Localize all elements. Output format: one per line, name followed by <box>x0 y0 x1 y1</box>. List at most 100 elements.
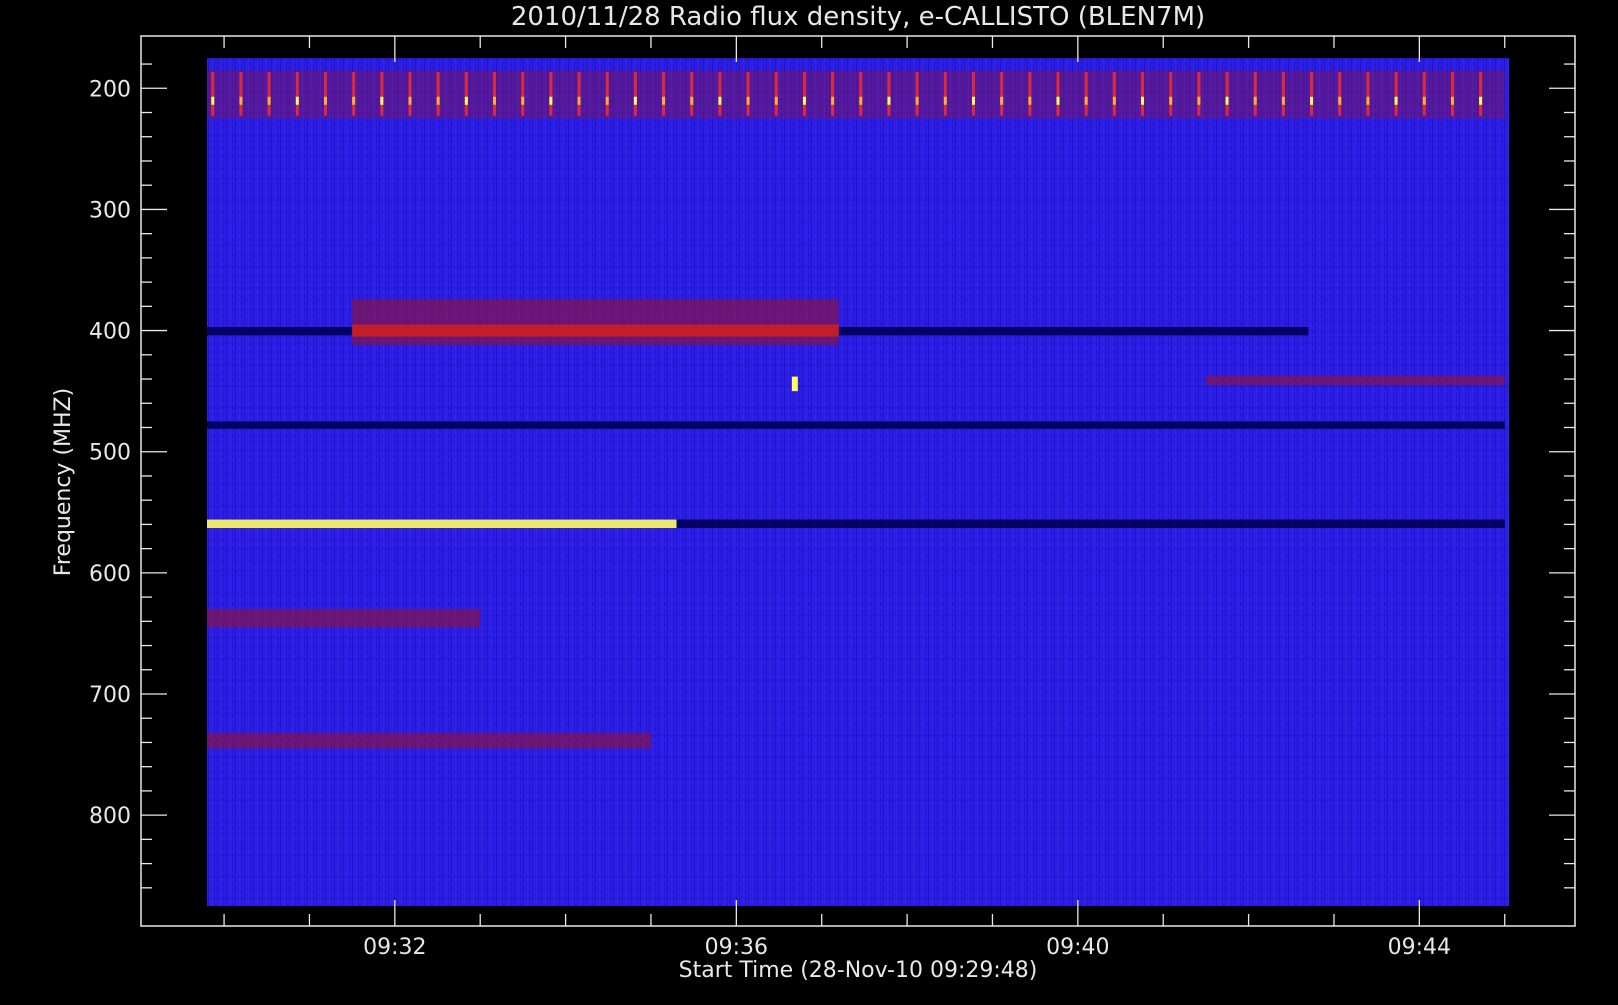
burst-mark <box>662 72 666 116</box>
y-tick-label: 300 <box>89 198 131 223</box>
heatmap-channel-stripe <box>207 440 1509 442</box>
heatmap-channel-stripe <box>207 494 1509 497</box>
burst-mark <box>1028 72 1032 116</box>
burst-mark <box>493 72 497 116</box>
burst-peak <box>1253 96 1257 105</box>
burst-mark <box>323 72 327 116</box>
periodic-burst-band <box>207 70 1505 119</box>
burst-mark <box>1479 72 1483 116</box>
burst-peak <box>352 96 356 105</box>
burst-peak <box>239 96 243 105</box>
burst-mark <box>1169 72 1173 116</box>
frequency-band <box>838 326 1309 336</box>
heatmap-channel-stripe <box>207 177 1509 180</box>
burst-peak <box>831 96 835 105</box>
heatmap-channel-stripe <box>207 657 1509 660</box>
burst-mark <box>549 72 553 116</box>
burst-peak <box>887 96 891 105</box>
heatmap-channel-stripe <box>207 145 1509 148</box>
burst-peak <box>1197 96 1201 105</box>
burst-mark <box>521 72 525 116</box>
burst-peak <box>1028 96 1032 105</box>
burst-peak <box>323 96 327 105</box>
y-tick-label: 400 <box>89 320 131 345</box>
spectrogram-heatmap <box>207 58 1509 906</box>
frequency-band <box>1205 375 1505 386</box>
heatmap-channel-stripe <box>207 799 1509 802</box>
heatmap-channel-stripe <box>207 167 1509 169</box>
burst-peak <box>1056 96 1060 105</box>
heatmap-channel-stripe <box>207 570 1509 573</box>
burst-mark <box>859 72 863 116</box>
burst-mark <box>295 72 299 116</box>
heatmap-channel-stripe <box>207 516 1509 518</box>
burst-peak <box>633 96 637 105</box>
burst-peak <box>1479 96 1483 105</box>
heatmap-channel-stripe <box>207 548 1509 551</box>
heatmap-channel-stripe <box>207 134 1509 137</box>
x-tick-label: 09:32 <box>363 935 426 960</box>
burst-peak <box>690 96 694 105</box>
burst-peak <box>1000 96 1004 105</box>
heatmap-channel-stripe <box>207 887 1509 889</box>
heatmap-channel-stripe <box>207 505 1509 508</box>
heatmap-channel-stripe <box>207 243 1509 246</box>
heatmap-channel-stripe <box>207 352 1509 354</box>
heatmap-channel-stripe <box>207 199 1509 202</box>
burst-peak <box>943 96 947 105</box>
burst-mark <box>1225 72 1229 116</box>
burst-mark <box>915 72 919 116</box>
burst-mark <box>1112 72 1116 116</box>
heatmap-channel-stripe <box>207 58 1509 60</box>
burst-peak <box>915 96 919 105</box>
burst-mark <box>1422 72 1426 116</box>
burst-mark <box>380 72 384 116</box>
heatmap-channel-stripe <box>207 560 1509 562</box>
burst-peak <box>436 96 440 105</box>
heatmap-channel-stripe <box>207 875 1509 878</box>
burst-peak <box>549 96 553 105</box>
x-tick-label: 09:36 <box>705 935 768 960</box>
y-tick-label: 200 <box>89 77 131 102</box>
burst-peak <box>1141 96 1145 105</box>
heatmap-channel-stripe <box>207 286 1509 289</box>
burst-mark <box>1084 72 1088 116</box>
heatmap-channel-stripe <box>207 265 1509 268</box>
burst-peak <box>493 96 497 105</box>
y-axis-label: Frequency (MHZ) <box>51 388 76 576</box>
burst-mark <box>1253 72 1257 116</box>
x-tick-label: 09:44 <box>1388 935 1451 960</box>
heatmap-channel-stripe <box>207 647 1509 649</box>
burst-mark <box>1000 72 1004 116</box>
burst-mark <box>1197 72 1201 116</box>
heatmap-channel-stripe <box>207 418 1509 420</box>
frequency-band <box>207 609 481 628</box>
heatmap-channel-stripe <box>207 603 1509 605</box>
burst-mark <box>1056 72 1060 116</box>
burst-peak <box>1394 96 1398 105</box>
burst-peak <box>746 96 750 105</box>
frequency-band <box>352 299 839 346</box>
burst-mark <box>464 72 468 116</box>
chart-title: 2010/11/28 Radio flux density, e-CALLIST… <box>511 2 1205 32</box>
burst-peak <box>718 96 722 105</box>
heatmap-channel-stripe <box>207 701 1509 703</box>
burst-peak <box>859 96 863 105</box>
heatmap-channel-stripe <box>207 221 1509 224</box>
burst-peak <box>408 96 412 105</box>
heatmap-channel-stripe <box>207 592 1509 595</box>
y-tick-label: 600 <box>89 562 131 587</box>
burst-spot <box>791 376 798 392</box>
burst-mark <box>352 72 356 116</box>
burst-mark <box>802 72 806 116</box>
burst-mark <box>971 72 975 116</box>
heatmap-channel-stripe <box>207 156 1509 159</box>
burst-mark <box>1281 72 1285 116</box>
heatmap-channel-stripe <box>207 777 1509 780</box>
burst-mark <box>718 72 722 116</box>
heatmap-channel-stripe <box>207 428 1509 431</box>
heatmap-channel-stripe <box>207 864 1509 867</box>
burst-peak <box>267 96 271 105</box>
burst-peak <box>1112 96 1116 105</box>
frequency-band <box>207 519 677 529</box>
